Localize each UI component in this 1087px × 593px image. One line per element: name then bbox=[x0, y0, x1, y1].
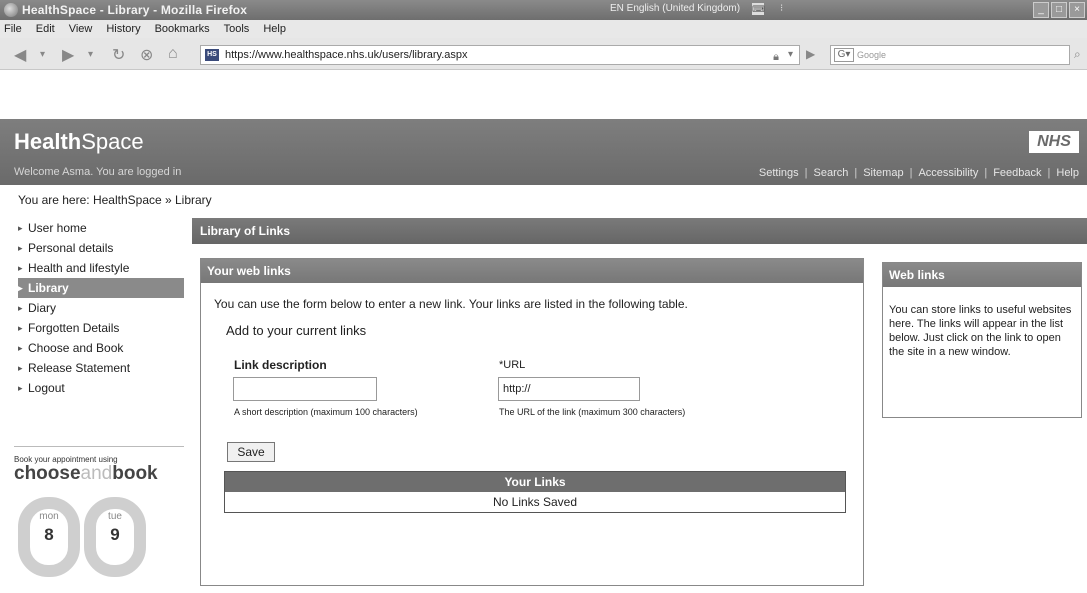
info-box-body: You can store links to useful websites h… bbox=[889, 304, 1072, 358]
menu-view[interactable]: View bbox=[69, 23, 93, 35]
menu-bar: File Edit View History Bookmarks Tools H… bbox=[0, 20, 1087, 38]
save-button[interactable]: Save bbox=[227, 442, 275, 462]
separator: | bbox=[984, 167, 988, 179]
logo-bold: Health bbox=[14, 129, 82, 154]
web-links-panel: Your web links You can use the form belo… bbox=[200, 258, 864, 586]
home-icon[interactable]: ⌂ bbox=[168, 45, 178, 63]
link-description-label: Link description bbox=[234, 358, 327, 372]
address-text[interactable]: https://www.healthspace.nhs.uk/users/lib… bbox=[225, 49, 468, 61]
add-links-heading: Add to your current links bbox=[226, 323, 367, 338]
address-bar[interactable]: HS https://www.healthspace.nhs.uk/users/… bbox=[200, 45, 800, 65]
sidebar-item-forgotten-details[interactable]: Forgotten Details bbox=[18, 318, 184, 338]
forward-icon[interactable]: ▶ bbox=[62, 45, 74, 65]
web-links-info-box: Web links You can store links to useful … bbox=[882, 262, 1082, 418]
window-controls: _ □ × bbox=[1033, 2, 1085, 18]
calendar-day-label: tue bbox=[108, 511, 122, 522]
firefox-icon bbox=[4, 3, 18, 17]
separator: | bbox=[909, 167, 913, 179]
url-hint: The URL of the link (maximum 300 charact… bbox=[499, 407, 686, 417]
sidebar-item-diary[interactable]: Diary bbox=[18, 298, 184, 318]
calendar-tue: tue 9 bbox=[80, 497, 150, 577]
search-icon[interactable]: ⌕ bbox=[1074, 47, 1081, 62]
library-header-bar: Library of Links bbox=[192, 218, 1087, 244]
search-placeholder: Google bbox=[857, 50, 887, 60]
links-table-empty: No Links Saved bbox=[225, 492, 845, 512]
site-header: HealthSpace NHS Welcome Asma. You are lo… bbox=[0, 119, 1087, 185]
window-title: HealthSpace - Library - Mozilla Firefox bbox=[22, 3, 248, 17]
sidebar-item-personal-details[interactable]: Personal details bbox=[18, 238, 184, 258]
calendar-day-number: 8 bbox=[44, 525, 54, 544]
link-search[interactable]: Search bbox=[814, 167, 849, 179]
menu-history[interactable]: History bbox=[106, 23, 140, 35]
menu-bookmarks[interactable]: Bookmarks bbox=[155, 23, 210, 35]
link-description-input[interactable] bbox=[233, 377, 377, 401]
choose-and-book-promo[interactable]: Book your appointment using chooseandboo… bbox=[14, 446, 184, 577]
links-table-header: Your Links bbox=[225, 472, 845, 492]
keyboard-icon[interactable]: ⌨ bbox=[752, 3, 765, 15]
navigation-toolbar: ◀ ▾ ▶ ▾ ↻ ⊗ ⌂ HS https://www.healthspace… bbox=[0, 38, 1087, 70]
intro-text: You can use the form below to enter a ne… bbox=[214, 297, 688, 311]
menu-help[interactable]: Help bbox=[263, 23, 286, 35]
link-accessibility[interactable]: Accessibility bbox=[918, 167, 978, 179]
sidebar-item-choose-and-book[interactable]: Choose and Book bbox=[18, 338, 184, 358]
menu-file[interactable]: File bbox=[4, 23, 22, 35]
menu-edit[interactable]: Edit bbox=[36, 23, 55, 35]
sidebar-item-release-statement[interactable]: Release Statement bbox=[18, 358, 184, 378]
links-table: Your Links No Links Saved bbox=[224, 471, 846, 513]
language-indicator[interactable]: EN English (United Kingdom) bbox=[610, 3, 740, 14]
search-engine-icon[interactable]: G▾ bbox=[834, 48, 854, 62]
sidebar-item-health-lifestyle[interactable]: Health and lifestyle bbox=[18, 258, 184, 278]
lock-icon[interactable]: 🔒︎ bbox=[773, 48, 779, 66]
link-feedback[interactable]: Feedback bbox=[993, 167, 1041, 179]
sidebar-item-logout[interactable]: Logout bbox=[18, 378, 184, 398]
promo-title: chooseandbook bbox=[14, 463, 158, 484]
link-sitemap[interactable]: Sitemap bbox=[863, 167, 903, 179]
back-dropdown-icon[interactable]: ▾ bbox=[40, 49, 45, 60]
info-box-title: Web links bbox=[883, 263, 1081, 287]
url-input[interactable]: http:// bbox=[498, 377, 640, 401]
panel-title: Your web links bbox=[201, 259, 863, 283]
close-icon[interactable]: × bbox=[1069, 2, 1085, 18]
search-input[interactable]: G▾ Google bbox=[830, 45, 1070, 65]
window-titlebar: HealthSpace - Library - Mozilla Firefox … bbox=[0, 0, 1087, 20]
separator: | bbox=[854, 167, 858, 179]
minimize-icon[interactable]: _ bbox=[1033, 2, 1049, 18]
logo-rest: Space bbox=[81, 129, 144, 154]
calendar-mon: mon 8 bbox=[14, 497, 84, 577]
forward-dropdown-icon[interactable]: ▾ bbox=[88, 49, 93, 60]
header-links: Settings | Search | Sitemap | Accessibility… bbox=[759, 167, 1079, 179]
sidebar-nav: User home Personal details Health and li… bbox=[18, 218, 184, 398]
link-help[interactable]: Help bbox=[1056, 167, 1079, 179]
back-icon[interactable]: ◀ bbox=[14, 45, 26, 65]
calendar-day-label: mon bbox=[39, 511, 59, 522]
reload-icon[interactable]: ↻ bbox=[112, 45, 125, 65]
separator: | bbox=[1047, 167, 1051, 179]
separator: | bbox=[804, 167, 808, 179]
site-favicon-icon: HS bbox=[205, 49, 219, 61]
healthspace-logo[interactable]: HealthSpace bbox=[14, 129, 144, 155]
sidebar-item-library[interactable]: Library bbox=[18, 278, 184, 298]
sidebar-item-user-home[interactable]: User home bbox=[18, 218, 184, 238]
breadcrumb: You are here: HealthSpace » Library bbox=[18, 193, 212, 207]
maximize-icon[interactable]: □ bbox=[1051, 2, 1067, 18]
link-description-hint: A short description (maximum 100 charact… bbox=[234, 407, 418, 417]
url-label: *URL bbox=[499, 359, 526, 371]
options-icon[interactable]: ⁝ bbox=[780, 3, 783, 14]
calendar-day-number: 9 bbox=[110, 525, 120, 544]
menu-tools[interactable]: Tools bbox=[224, 23, 250, 35]
nhs-logo: NHS bbox=[1029, 131, 1079, 153]
address-dropdown-icon[interactable]: ▾ bbox=[788, 46, 793, 64]
welcome-message: Welcome Asma. You are logged in bbox=[14, 166, 182, 178]
go-icon[interactable]: ▶ bbox=[806, 47, 815, 61]
stop-icon[interactable]: ⊗ bbox=[140, 45, 153, 65]
link-settings[interactable]: Settings bbox=[759, 167, 799, 179]
